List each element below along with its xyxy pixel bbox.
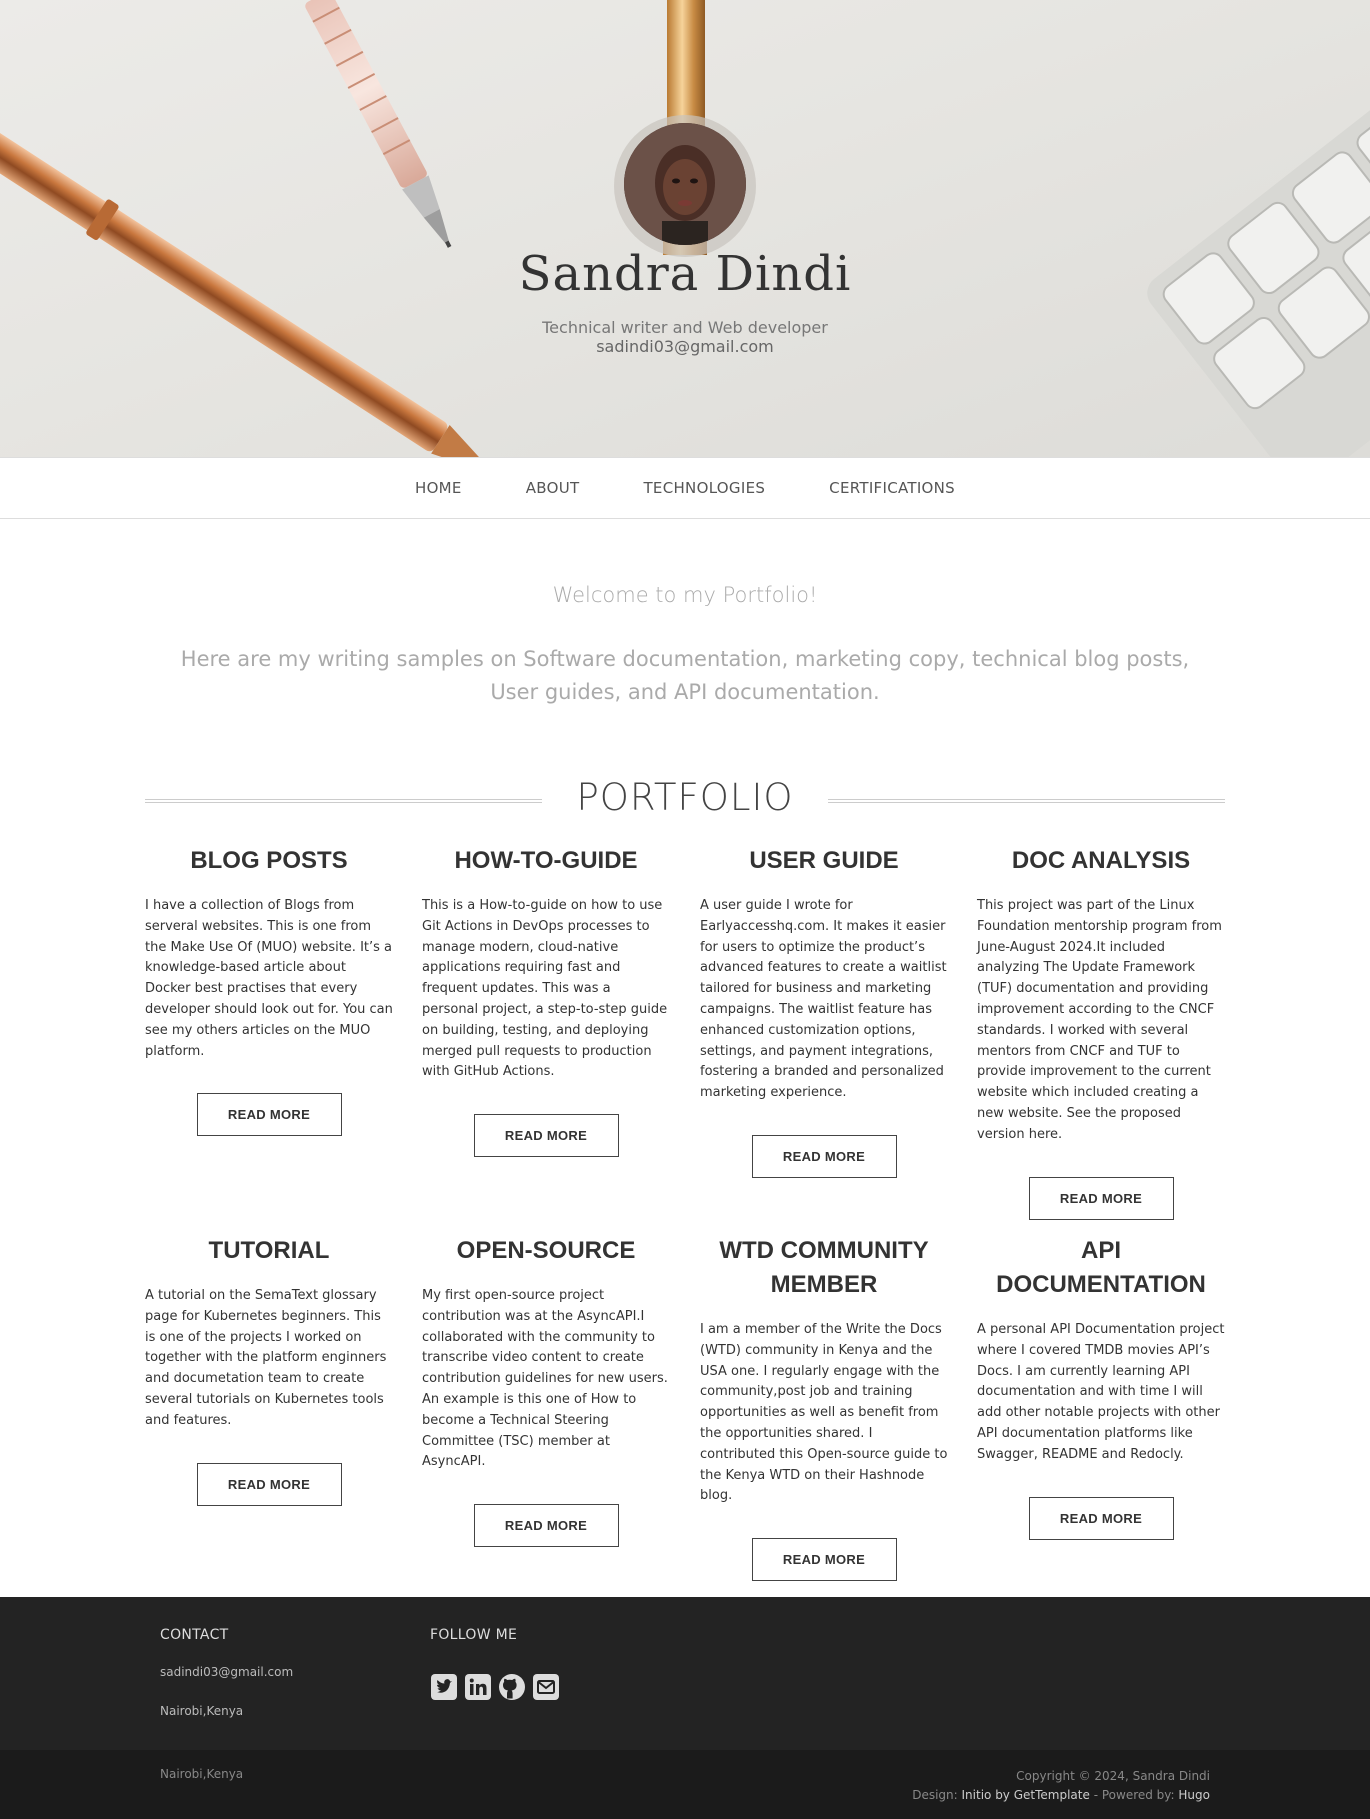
design-label: Design: (912, 1788, 958, 1802)
footer-credits: Copyright © 2024, Sandra Dindi Design: I… (912, 1767, 1210, 1805)
contact-heading: CONTACT (160, 1627, 229, 1643)
portfolio-title: PORTFOLIO (576, 776, 794, 819)
email-icon[interactable] (532, 1673, 560, 1701)
follow-heading: FOLLOW ME (430, 1627, 518, 1643)
hero-header: Sandra Dindi Technical writer and Web de… (0, 0, 1370, 457)
portfolio-card-user-guide: USER GUIDE A user guide I wrote for Earl… (700, 844, 948, 1178)
portfolio-card-api-documentation: API DOCUMENTATION A personal API Documen… (977, 1234, 1225, 1540)
contact-location: Nairobi,Kenya (160, 1704, 244, 1718)
powered-link[interactable]: Hugo (1178, 1788, 1210, 1802)
linkedin-icon[interactable] (464, 1673, 492, 1701)
avatar (624, 123, 746, 245)
read-more-button[interactable]: READ MORE (473, 1504, 619, 1548)
card-text: I have a collection of Blogs from server… (145, 898, 393, 1059)
nav-home[interactable]: HOME (415, 479, 462, 497)
read-more-button[interactable]: READ MORE (751, 1134, 897, 1178)
card-text: I am a member of the Write the Docs (WTD… (700, 1322, 948, 1504)
powered-label: - Powered by: (1093, 1788, 1175, 1802)
nav-about[interactable]: ABOUT (526, 479, 580, 497)
card-text: A tutorial on the SemaText glossary page… (145, 1288, 387, 1428)
portfolio-card-blog-posts: BLOG POSTS I have a collection of Blogs … (145, 844, 393, 1137)
site-title: Sandra Dindi (518, 246, 852, 302)
read-more-button[interactable]: READ MORE (196, 1462, 342, 1506)
card-text: My first open-source project contributio… (422, 1288, 668, 1470)
read-more-button[interactable]: READ MORE (196, 1093, 342, 1137)
portfolio-card-doc-analysis: DOC ANALYSIS This project was part of th… (977, 844, 1225, 1220)
copyright: Copyright © 2024, Sandra Dindi (1016, 1769, 1210, 1783)
read-more-button[interactable]: READ MORE (1028, 1176, 1174, 1220)
card-text: This project was part of the Linux Found… (977, 898, 1222, 1142)
design-link[interactable]: Initio by GetTemplate (962, 1788, 1090, 1802)
read-more-button[interactable]: READ MORE (473, 1114, 619, 1158)
nav-certifications[interactable]: CERTIFICATIONS (829, 479, 955, 497)
portfolio-card-how-to-guide: HOW-TO-GUIDE This is a How-to-guide on h… (422, 844, 670, 1158)
card-title: API DOCUMENTATION (996, 1237, 1206, 1298)
card-text: A personal API Documentation project whe… (977, 1322, 1225, 1462)
card-title: DOC ANALYSIS (1011, 847, 1191, 874)
card-title: BLOG POSTS (190, 847, 348, 874)
card-title: USER GUIDE (749, 847, 899, 874)
footer-location: Nairobi,Kenya (160, 1767, 244, 1781)
card-title: OPEN-SOURCE (456, 1237, 636, 1264)
portfolio-card-open-source: OPEN-SOURCE My first open-source project… (422, 1234, 670, 1548)
header-email: sadindi03@gmail.com (596, 337, 774, 356)
credits-line: Design: Initio by GetTemplate - Powered … (912, 1786, 1210, 1805)
portfolio-card-wtd-community: WTD COMMUNITY MEMBER I am a member of th… (700, 1234, 948, 1582)
card-title: HOW-TO-GUIDE (454, 847, 638, 874)
twitter-icon[interactable] (430, 1673, 458, 1701)
divider-right (828, 799, 1225, 803)
intro-text: Here are my writing samples on Software … (180, 647, 1190, 704)
portfolio-heading: PORTFOLIO (145, 772, 1225, 832)
nav-technologies[interactable]: TECHNOLOGIES (643, 479, 765, 497)
card-title: TUTORIAL (208, 1237, 330, 1264)
main-nav: HOME ABOUT TECHNOLOGIES CERTIFICATIONS (0, 457, 1370, 519)
social-icons (430, 1673, 560, 1701)
read-more-button[interactable]: READ MORE (1028, 1496, 1174, 1540)
portfolio-card-tutorial: TUTORIAL A tutorial on the SemaText glos… (145, 1234, 393, 1506)
card-text: A user guide I wrote for Earlyaccesshq.c… (700, 898, 947, 1101)
read-more-button[interactable]: READ MORE (751, 1538, 897, 1582)
intro-title: Welcome to my Portfolio! (552, 583, 818, 607)
card-text: This is a How-to-guide on how to use Git… (422, 898, 668, 1080)
github-icon[interactable] (498, 1673, 526, 1701)
contact-email[interactable]: sadindi03@gmail.com (160, 1665, 293, 1679)
site-description: Technical writer and Web developer (542, 318, 828, 337)
card-title: WTD COMMUNITY MEMBER (719, 1237, 929, 1298)
